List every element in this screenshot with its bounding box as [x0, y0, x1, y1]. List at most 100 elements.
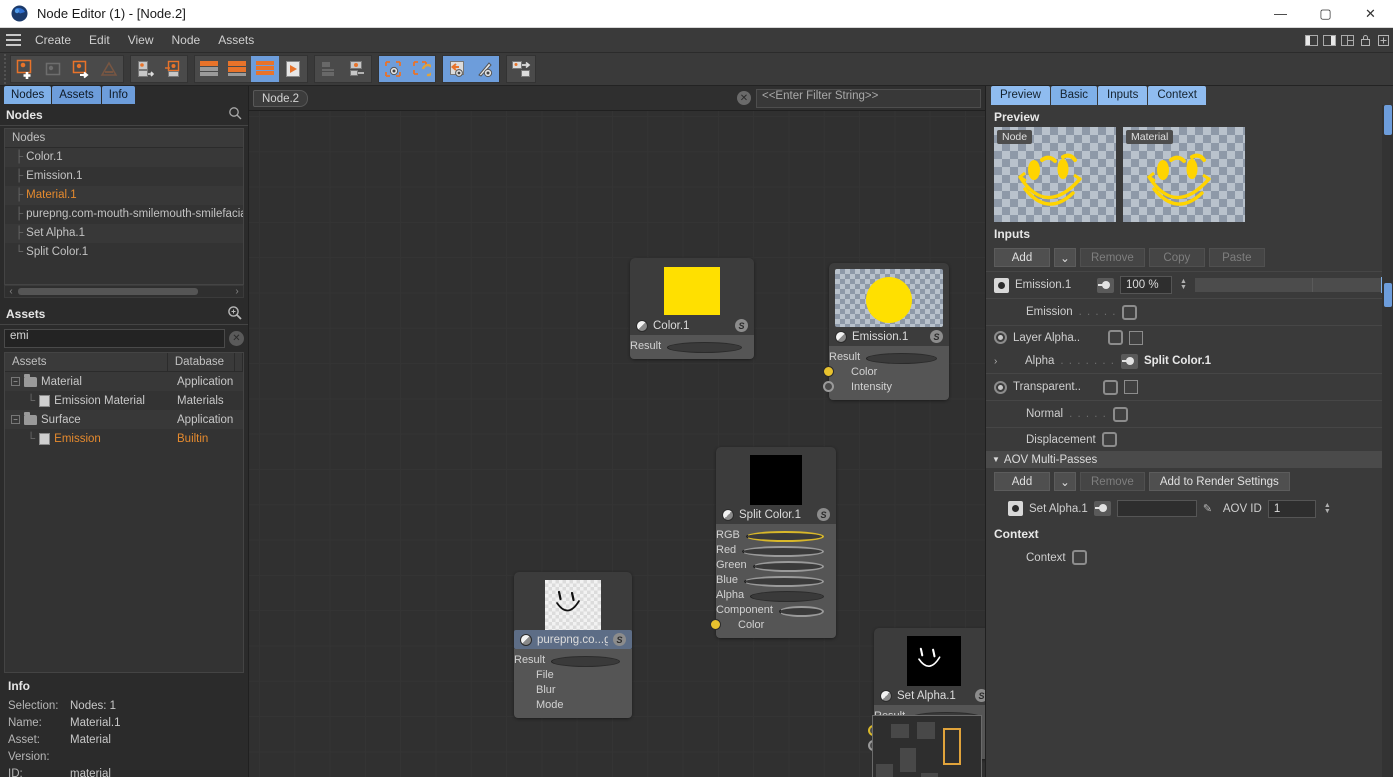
node-state-badge[interactable]: S [930, 330, 943, 343]
expander-icon[interactable]: − [11, 415, 20, 424]
opacity-field[interactable]: 100 % [1120, 276, 1172, 294]
assets-table-row[interactable]: └ Emission Material Materials [5, 391, 243, 410]
port-red[interactable] [742, 546, 824, 557]
tab-assets[interactable]: Assets [52, 86, 101, 104]
search-zoom-icon[interactable] [227, 305, 242, 323]
tab-nodes[interactable]: Nodes [4, 86, 52, 104]
close-button[interactable]: ✕ [1348, 0, 1393, 28]
node-output-row[interactable]: Result [514, 652, 632, 667]
frame-selection-icon[interactable] [379, 56, 407, 82]
transparency-checkbox[interactable] [1123, 380, 1138, 394]
layout-right-icon[interactable] [1321, 33, 1337, 49]
port-plug-icon[interactable] [1093, 501, 1111, 516]
assets-table-row[interactable]: − Material Application [5, 372, 243, 391]
node-state-badge[interactable]: S [975, 689, 985, 702]
node-purepng-texture[interactable]: purepng.co...gfkke.png S Result File Blu… [514, 572, 632, 718]
menu-create[interactable]: Create [26, 28, 80, 53]
ungroup-nodes-icon[interactable] [159, 56, 187, 82]
remove-input-button[interactable]: Remove [1080, 248, 1145, 267]
node-state-badge[interactable]: S [735, 319, 748, 332]
filter-input[interactable]: <<Enter Filter String>> [756, 88, 981, 108]
toolbar-grip[interactable] [3, 54, 10, 84]
tab-preview[interactable]: Preview [991, 86, 1050, 105]
tab-basic[interactable]: Basic [1050, 86, 1098, 105]
port-blue[interactable] [744, 576, 824, 587]
port-color[interactable] [823, 366, 834, 377]
aov-id-stepper[interactable]: ▲ ▼ [1322, 500, 1333, 518]
clear-x-icon[interactable]: ✕ [229, 331, 244, 346]
input-row-displacement[interactable]: Displacement [986, 427, 1393, 451]
node-list-item[interactable]: ├ purepng.com-mouth-smilemouth-smilefacia [5, 205, 243, 224]
menu-view[interactable]: View [119, 28, 163, 53]
port-toggle-icon[interactable] [1102, 379, 1118, 395]
port-toggle-icon[interactable] [1071, 550, 1087, 565]
preview-pane-material[interactable]: Material [1123, 127, 1245, 222]
port-alpha[interactable] [750, 591, 824, 602]
add-input-dropdown[interactable]: ⌄ [1054, 248, 1076, 267]
port-toggle-icon[interactable] [1101, 432, 1117, 447]
nodes-tree[interactable]: Nodes ├ Color.1 ├ Emission.1 ├ Material.1 ├… [4, 128, 244, 285]
navigate-back-icon[interactable] [443, 56, 471, 82]
node-output-icon[interactable] [67, 56, 95, 82]
frame-all-icon[interactable] [407, 56, 435, 82]
port-result[interactable] [866, 353, 937, 364]
assets-table-row[interactable]: − Surface Application [5, 410, 243, 429]
medium-nodes-icon[interactable] [223, 56, 251, 82]
aov-row-set-alpha[interactable]: Set Alpha.1 ✎ AOV ID 1 ▲ ▼ [986, 495, 1393, 522]
port-toggle-icon[interactable] [1112, 406, 1128, 422]
node-split-color-1[interactable]: Split Color.1 S RGB Red Green Blue Alpha… [710, 447, 836, 638]
aov-section-header[interactable]: ▼ AOV Multi-Passes [986, 451, 1393, 468]
node-output-row[interactable]: Result [829, 349, 949, 364]
warning-triangle-icon[interactable] [95, 56, 123, 82]
pencil-icon[interactable]: ✎ [1203, 502, 1217, 515]
search-icon[interactable] [228, 106, 242, 123]
input-row-emission[interactable]: Emission . . . . . [986, 298, 1393, 325]
node-output-row[interactable]: Component [716, 602, 836, 617]
node-color-1[interactable]: Color.1 S Result [630, 258, 754, 359]
radio-icon[interactable] [994, 380, 1007, 394]
opacity-slider[interactable] [1195, 277, 1385, 293]
aov-name-field[interactable] [1116, 500, 1197, 517]
node-state-badge[interactable]: S [613, 633, 626, 646]
layout-split-icon[interactable] [1339, 33, 1355, 49]
aov-add-dropdown[interactable]: ⌄ [1054, 472, 1076, 491]
node-output-row[interactable]: Result [630, 338, 754, 353]
nodes-tree-hscrollbar[interactable]: ‹ › [4, 285, 244, 298]
tab-context[interactable]: Context [1148, 86, 1206, 105]
assets-table-row[interactable]: └ Emission Builtin [5, 429, 243, 448]
node-state-badge[interactable]: S [817, 508, 830, 521]
hamburger-icon[interactable] [0, 28, 26, 53]
port-green[interactable] [752, 561, 824, 572]
minimize-button[interactable]: — [1258, 0, 1303, 28]
node-header[interactable]: Color.1 S [630, 316, 754, 335]
port-plug-icon[interactable] [1097, 277, 1114, 293]
input-row-emission-layer[interactable]: Emission.1 100 % ▲ ▼ [986, 271, 1393, 298]
layout-nodes-icon[interactable] [343, 56, 371, 82]
expander-icon[interactable]: − [11, 377, 20, 386]
collapse-all-icon[interactable] [195, 56, 223, 82]
add-node-icon[interactable] [11, 56, 39, 82]
node-graph-canvas[interactable]: Color.1 S Result Emission.1 S Result Col… [249, 111, 985, 777]
hscroll-right-arrow[interactable]: › [231, 286, 243, 297]
chevron-right-icon[interactable]: › [994, 356, 1004, 367]
copy-input-button[interactable]: Copy [1148, 248, 1205, 267]
node-output-row[interactable]: Alpha [716, 587, 836, 602]
node-input-row[interactable]: File [514, 667, 632, 682]
menu-assets[interactable]: Assets [209, 28, 263, 53]
node-output-row[interactable]: Red [716, 542, 836, 557]
context-row[interactable]: Context [986, 544, 1393, 571]
expand-all-icon[interactable] [251, 56, 279, 82]
node-output-row[interactable]: RGB [716, 527, 836, 542]
port-toggle-icon[interactable] [1108, 330, 1124, 345]
attributes-scrollbar[interactable] [1382, 105, 1393, 777]
node-input-row[interactable]: Color [823, 364, 949, 379]
eye-icon[interactable] [994, 277, 1009, 293]
assets-table[interactable]: Assets Database − Material Application └… [4, 352, 244, 673]
node-header[interactable]: purepng.co...gfkke.png S [514, 630, 632, 649]
node-input-row[interactable]: Intensity [823, 379, 949, 394]
node-header[interactable]: Emission.1 S [829, 327, 949, 346]
aov-remove-button[interactable]: Remove [1080, 472, 1145, 491]
node-header[interactable]: Set Alpha.1 S [874, 686, 985, 705]
port-rgb[interactable] [745, 531, 824, 542]
navigate-into-icon[interactable] [471, 56, 499, 82]
